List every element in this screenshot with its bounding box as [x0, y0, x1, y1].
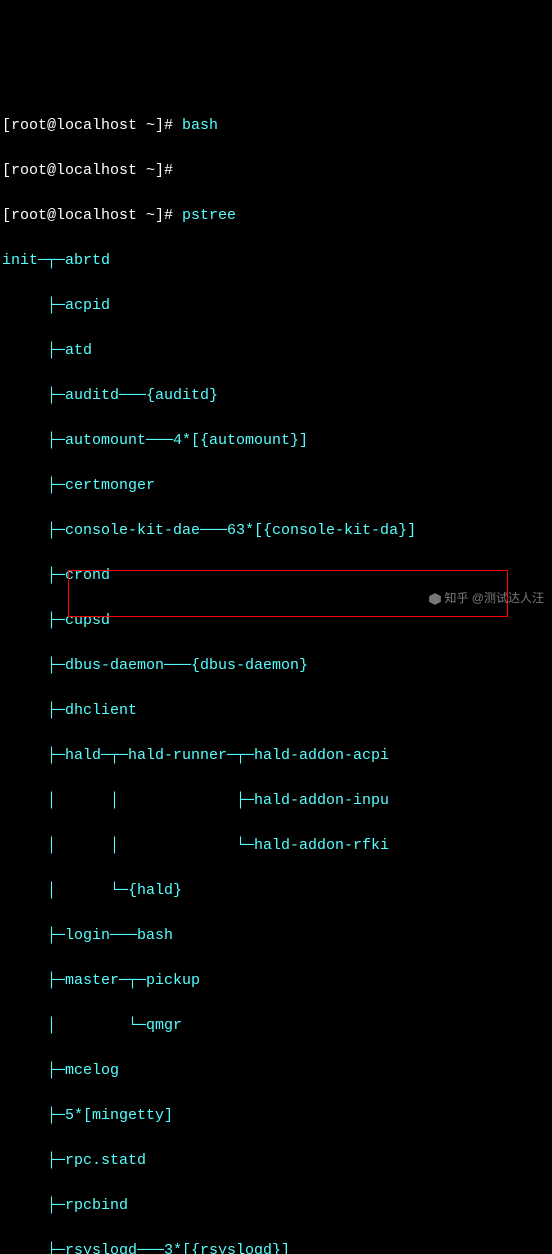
zhihu-icon [428, 592, 442, 606]
pstree-line: ├─certmonger [2, 475, 550, 498]
pstree-line: ├─rpc.statd [2, 1150, 550, 1173]
pstree-line: ├─hald─┬─hald-runner─┬─hald-addon-acpi [2, 745, 550, 768]
pstree-line: │ └─{hald} [2, 880, 550, 903]
pstree-line: │ │ └─hald-addon-rfki [2, 835, 550, 858]
pstree-line: ├─rsyslogd───3*[{rsyslogd}] [2, 1240, 550, 1254]
watermark-text: 知乎 @测试达人汪 [444, 591, 544, 605]
pstree-line: ├─atd [2, 340, 550, 363]
pstree-line: ├─auditd───{auditd} [2, 385, 550, 408]
pstree-line: init─┬─abrtd [2, 250, 550, 273]
terminal-output: [root@localhost ~]# bash [root@localhost… [2, 92, 550, 1254]
pstree-line: ├─rpcbind [2, 1195, 550, 1218]
shell-prompt: [root@localhost ~]# [2, 207, 182, 224]
pstree-line: │ └─qmgr [2, 1015, 550, 1038]
pstree-line: ├─master─┬─pickup [2, 970, 550, 993]
pstree-line: ├─dhclient [2, 700, 550, 723]
pstree-line: │ │ ├─hald-addon-inpu [2, 790, 550, 813]
pstree-line: ├─dbus-daemon───{dbus-daemon} [2, 655, 550, 678]
watermark: 知乎 @测试达人汪 [428, 589, 544, 607]
pstree-line: ├─login───bash [2, 925, 550, 948]
shell-prompt: [root@localhost ~]# [2, 162, 182, 179]
command-text: bash [182, 117, 218, 134]
prompt-line: [root@localhost ~]# [2, 160, 550, 183]
prompt-line: [root@localhost ~]# pstree [2, 205, 550, 228]
pstree-line: ├─console-kit-dae───63*[{console-kit-da}… [2, 520, 550, 543]
pstree-line: ├─acpid [2, 295, 550, 318]
pstree-line: ├─crond [2, 565, 550, 588]
pstree-line: ├─cupsd [2, 610, 550, 633]
shell-prompt: [root@localhost ~]# [2, 117, 182, 134]
pstree-line: ├─mcelog [2, 1060, 550, 1083]
pstree-line: ├─automount───4*[{automount}] [2, 430, 550, 453]
pstree-line: ├─5*[mingetty] [2, 1105, 550, 1128]
command-text: pstree [182, 207, 236, 224]
prompt-line: [root@localhost ~]# bash [2, 115, 550, 138]
